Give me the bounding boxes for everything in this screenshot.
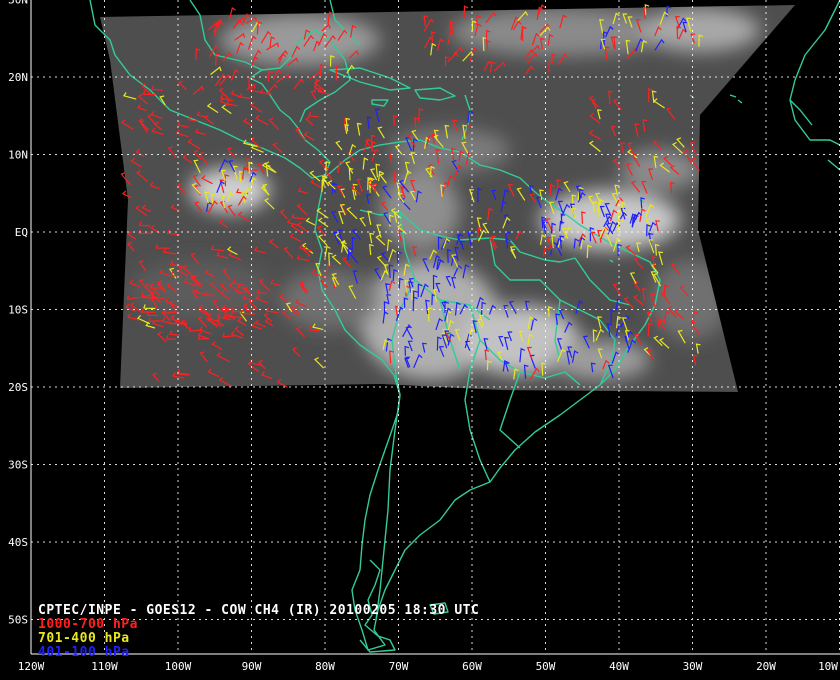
legend-high-level: 401-100 hPa bbox=[38, 645, 130, 660]
longitude-label: 90W bbox=[242, 660, 262, 673]
longitude-label: 120W bbox=[18, 660, 45, 673]
longitude-label: 30W bbox=[683, 660, 703, 673]
cape-verde bbox=[729, 94, 743, 104]
longitude-labels: 120W 110W 100W 90W 80W 70W 60W 50W 40W 30W 20W 10W bbox=[18, 660, 839, 673]
latitude-label: EQ bbox=[15, 226, 28, 239]
legend-mid-level: 701-400 hPa bbox=[38, 631, 130, 646]
satellite-wind-map: 30N 20N 10N EQ 10S 20S 30S 40S 50S 120W 110W 100W 9… bbox=[8, 0, 840, 673]
longitude-label: 20W bbox=[756, 660, 776, 673]
legend-low-level: 1000-700 hPa bbox=[38, 617, 138, 632]
latitude-label: 30N bbox=[8, 0, 28, 7]
longitude-label: 60W bbox=[462, 660, 482, 673]
longitude-label: 50W bbox=[536, 660, 556, 673]
longitude-label: 10W bbox=[818, 660, 838, 673]
latitude-labels: 30N 20N 10N EQ 10S 20S 30S 40S 50S bbox=[8, 0, 28, 627]
latitude-label: 50S bbox=[8, 614, 28, 627]
longitude-label: 80W bbox=[315, 660, 335, 673]
longitude-label: 40W bbox=[609, 660, 629, 673]
longitude-label: 70W bbox=[389, 660, 409, 673]
latitude-label: 40S bbox=[8, 536, 28, 549]
latitude-label: 10S bbox=[8, 304, 28, 317]
latitude-label: 20N bbox=[8, 71, 28, 84]
africa-coast bbox=[789, 0, 840, 171]
latitude-label: 10N bbox=[8, 149, 28, 162]
longitude-label: 100W bbox=[165, 660, 192, 673]
latitude-label: 30S bbox=[8, 459, 28, 472]
map-title: CPTEC/INPE - GOES12 - COW CH4 (IR) 20100… bbox=[38, 603, 480, 618]
longitude-label: 110W bbox=[91, 660, 118, 673]
andes-border bbox=[375, 394, 401, 621]
latitude-label: 20S bbox=[8, 381, 28, 394]
